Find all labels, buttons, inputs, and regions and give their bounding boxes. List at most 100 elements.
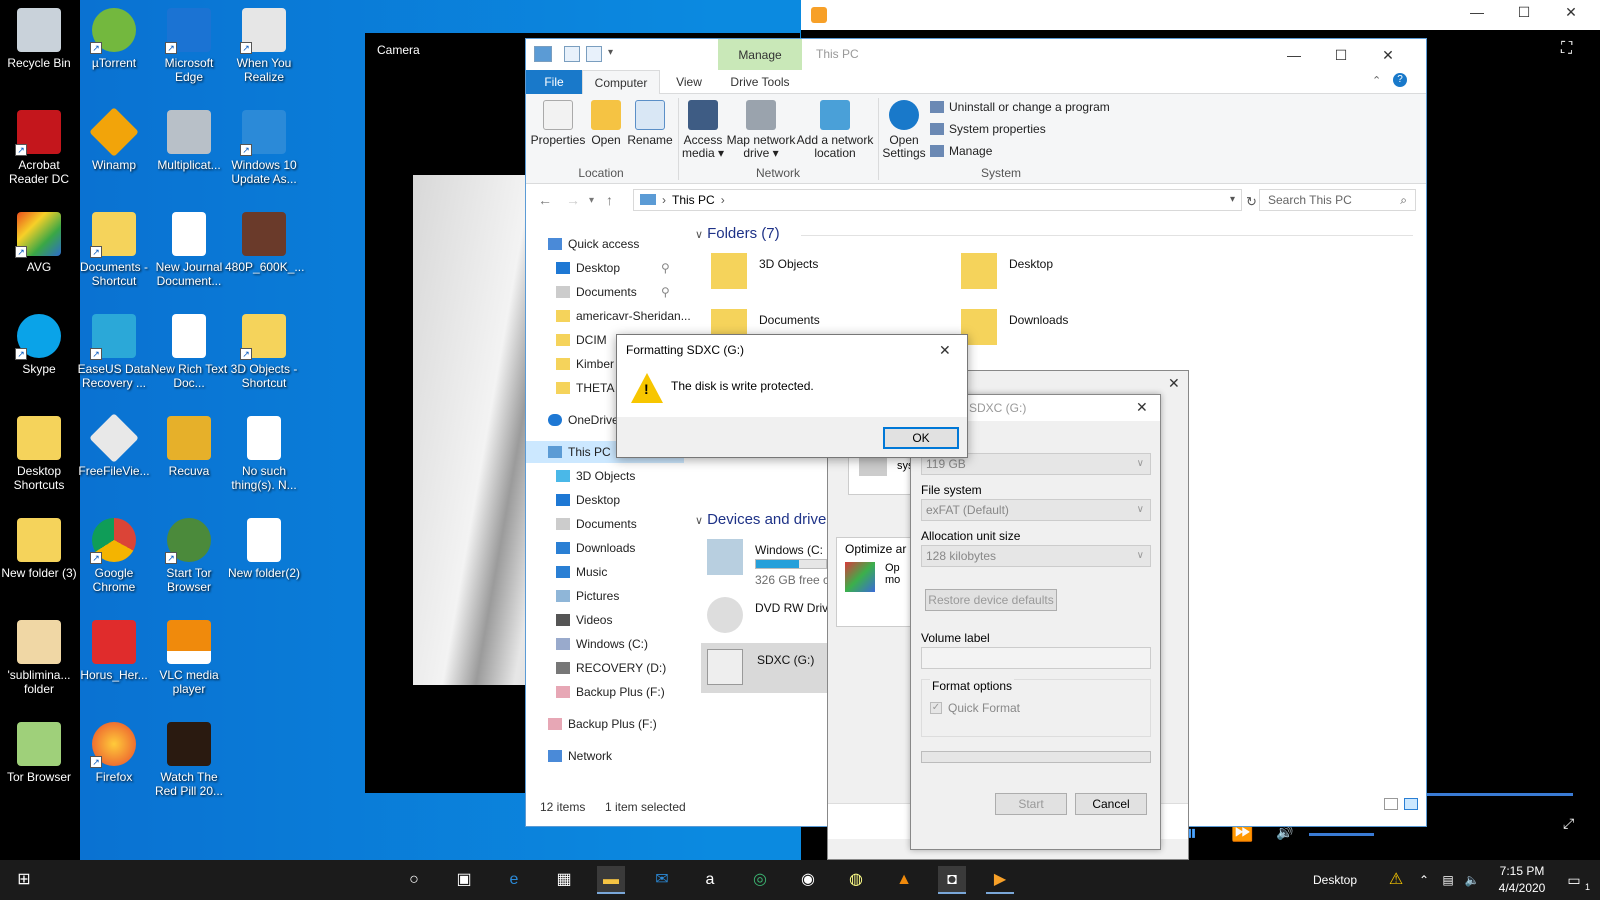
drive-item-dvd[interactable]: DVD RW Driv xyxy=(707,597,828,641)
tripadvisor-icon[interactable]: ◎ xyxy=(746,866,774,894)
edge-taskbar-icon[interactable]: e xyxy=(500,866,528,894)
store-icon[interactable]: ▦ xyxy=(550,866,578,894)
desktop-icon-utorrent[interactable]: ↗ µTorrent xyxy=(75,2,153,70)
nav-theta[interactable]: THETA xyxy=(556,377,614,399)
desktop-icon-desktop-shortcuts[interactable]: Desktop Shortcuts xyxy=(0,410,78,492)
nav-quick-access[interactable]: Quick access xyxy=(548,233,639,255)
details-view-icon[interactable] xyxy=(1384,798,1398,810)
desktop-icon-documents-shortcut[interactable]: ↗ Documents - Shortcut xyxy=(75,206,153,288)
vlc-taskbar-icon[interactable]: ▲ xyxy=(890,866,918,894)
file-system-select[interactable]: exFAT (Default) ∨ xyxy=(921,499,1151,521)
nav-music[interactable]: Music xyxy=(556,561,607,583)
tab-view[interactable]: View xyxy=(660,70,718,94)
close-button[interactable]: ✕ xyxy=(1548,4,1594,26)
manage-context-tab[interactable]: Manage xyxy=(718,39,802,70)
desktop-icon-edge[interactable]: ↗ Microsoft Edge xyxy=(150,2,228,84)
volume-slider[interactable] xyxy=(1309,833,1374,836)
desktop-icon-subliminal-folder[interactable]: 'sublimina... folder xyxy=(0,614,78,696)
nav-desktop[interactable]: Desktop ⚲ xyxy=(556,257,670,279)
back-button[interactable]: ← xyxy=(538,192,552,208)
help-icon[interactable]: ? xyxy=(1393,73,1407,87)
access-media-button[interactable]: Access media ▾ xyxy=(680,98,726,160)
desktop-icon-easeus[interactable]: ↗ EaseUS Data Recovery ... xyxy=(75,308,153,390)
map-network-drive-button[interactable]: Map network drive ▾ xyxy=(726,98,796,160)
desktop-icon-firefox[interactable]: ↗ Firefox xyxy=(75,716,153,784)
up-button[interactable]: ↑ xyxy=(606,192,613,208)
clock-date[interactable]: 4/4/2020 xyxy=(1492,881,1552,895)
nav-pc-desktop[interactable]: Desktop xyxy=(556,489,620,511)
desktop-icon-recuva[interactable]: Recuva xyxy=(150,410,228,478)
desktop-icon-480p[interactable]: 480P_600K_... xyxy=(225,206,304,274)
properties-qa-icon[interactable] xyxy=(564,46,580,62)
desktop-icon-winamp[interactable]: Winamp xyxy=(75,104,153,172)
mail-icon[interactable]: ✉ xyxy=(648,866,676,894)
properties-button[interactable]: Properties xyxy=(530,98,586,147)
drive-item-windows-c[interactable]: Windows (C: 326 GB free c xyxy=(707,539,829,587)
open-settings-button[interactable]: Open Settings xyxy=(881,98,927,160)
notification-icon[interactable]: ▭ xyxy=(1560,866,1588,894)
maximize-button[interactable]: ☐ xyxy=(1501,4,1547,26)
allocation-unit-select[interactable]: 128 kilobytes ∨ xyxy=(921,545,1151,567)
nav-backup-plus-f[interactable]: Backup Plus (F:) xyxy=(556,681,665,703)
nav-dcim[interactable]: DCIM xyxy=(556,329,607,351)
cancel-button[interactable]: Cancel xyxy=(1075,793,1147,815)
nav-pictures[interactable]: Pictures xyxy=(556,585,619,607)
rename-button[interactable]: Rename xyxy=(626,98,674,147)
desktop-icon-no-such-things[interactable]: No such thing(s). N... xyxy=(225,410,303,492)
start-button[interactable]: Start xyxy=(995,793,1067,815)
media-player-taskbar-icon[interactable]: ▶ xyxy=(986,866,1014,894)
manage-button[interactable]: Manage xyxy=(930,144,992,158)
folders-group-header[interactable]: ∨ Folders (7) xyxy=(695,225,780,242)
nav-americavr[interactable]: americavr-Sheridan... xyxy=(556,305,691,327)
tab-file[interactable]: File xyxy=(526,70,582,94)
close-button[interactable]: ✕ xyxy=(1136,399,1148,416)
desktop-icon-skype[interactable]: ↗ Skype xyxy=(0,308,78,376)
desktop-icon-win10-update[interactable]: ↗ Windows 10 Update As... xyxy=(225,104,303,186)
desktop-icon-multiplicat[interactable]: Multiplicat... xyxy=(150,104,228,172)
desktop-icon-red-pill[interactable]: Watch The Red Pill 20... xyxy=(150,716,228,798)
close-button[interactable]: ✕ xyxy=(939,335,951,365)
folder-item-downloads[interactable]: Downloads xyxy=(961,309,1201,353)
address-bar[interactable]: › This PC › ▾ xyxy=(633,189,1242,211)
desktop-icon-chrome[interactable]: ↗ Google Chrome xyxy=(75,512,153,594)
task-view-icon[interactable]: ▣ xyxy=(450,866,478,894)
folder-item-3d-objects[interactable]: 3D Objects xyxy=(711,253,951,297)
clock-time[interactable]: 7:15 PM xyxy=(1492,864,1552,878)
nav-kimber[interactable]: Kimber xyxy=(556,353,614,375)
devices-group-header[interactable]: ∨ Devices and drive xyxy=(695,511,826,528)
app-circle-icon[interactable]: ◍ xyxy=(842,866,870,894)
close-button[interactable]: ✕ xyxy=(1168,375,1180,392)
nav-3d-objects[interactable]: 3D Objects xyxy=(556,465,635,487)
desktop-icon-recycle-bin[interactable]: Recycle Bin xyxy=(0,2,78,70)
desktop-icon-new-rich-text[interactable]: New Rich Text Doc... xyxy=(150,308,228,390)
alert-icon[interactable]: ⚠ xyxy=(1382,866,1410,894)
new-folder-qa-icon[interactable] xyxy=(586,46,602,62)
ok-button[interactable]: OK xyxy=(883,427,959,449)
start-windows-icon[interactable]: ⊞ xyxy=(10,866,38,894)
quick-format-checkbox[interactable]: ✓ xyxy=(930,702,942,714)
desktop-icon-acrobat[interactable]: ↗ Acrobat Reader DC xyxy=(0,104,78,186)
tab-computer[interactable]: Computer xyxy=(582,70,660,94)
address-dropdown-icon[interactable]: ▾ xyxy=(1230,190,1235,210)
restore-defaults-button[interactable]: Restore device defaults xyxy=(925,589,1057,611)
volume-label-input[interactable] xyxy=(921,647,1151,669)
breadcrumb-this-pc[interactable]: This PC xyxy=(672,193,715,207)
file-explorer-taskbar-icon[interactable]: ▬ xyxy=(597,866,625,894)
uninstall-program-button[interactable]: Uninstall or change a program xyxy=(930,100,1110,114)
nav-network[interactable]: Network xyxy=(548,745,612,767)
nav-documents[interactable]: Documents ⚲ xyxy=(556,281,670,303)
close-button[interactable]: ✕ xyxy=(1365,43,1411,67)
search-circle-icon[interactable]: ○ xyxy=(400,866,428,894)
tab-drive-tools[interactable]: Drive Tools xyxy=(718,70,802,94)
fullscreen-icon[interactable]: ⛶ xyxy=(1561,40,1572,58)
desktop-icon-new-journal[interactable]: New Journal Document... xyxy=(150,206,228,288)
minimize-button[interactable]: — xyxy=(1454,4,1500,26)
desktop-icon-tor-browser[interactable]: Tor Browser xyxy=(0,716,78,784)
desktop-icon-new-folder-2[interactable]: New folder(2) xyxy=(225,512,303,580)
desktop-icon-avg[interactable]: ↗ AVG xyxy=(0,206,78,274)
desktop-icon-horus[interactable]: Horus_Her... xyxy=(75,614,153,682)
nav-backup-plus-f-root[interactable]: Backup Plus (F:) xyxy=(548,713,657,735)
volume-icon[interactable]: 🔈 xyxy=(1458,866,1486,894)
open-button[interactable]: Open xyxy=(586,98,626,147)
recent-locations-button[interactable]: ▾ xyxy=(589,195,594,206)
